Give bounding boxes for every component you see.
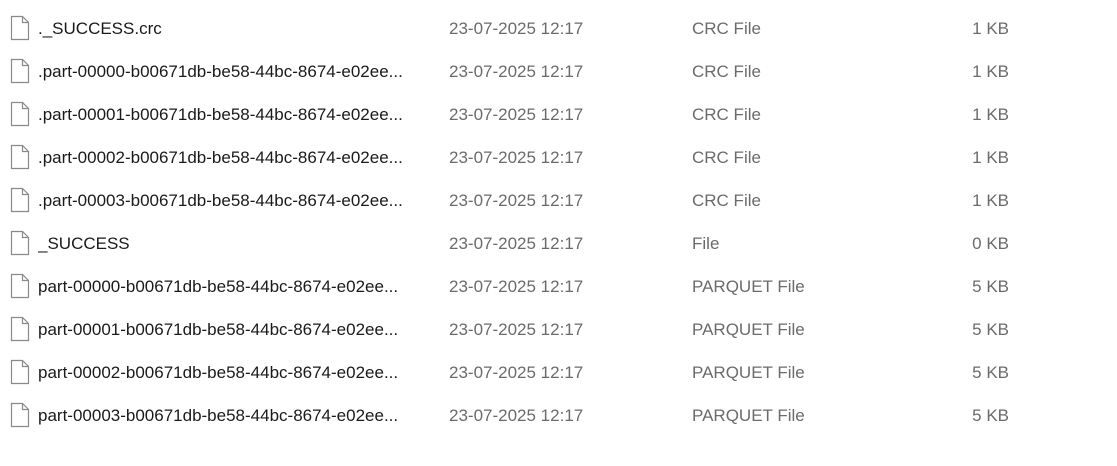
file-name[interactable]: _SUCCESS	[38, 234, 433, 254]
generic-file-icon	[10, 101, 30, 127]
generic-file-icon	[10, 273, 30, 299]
generic-file-icon	[10, 58, 30, 84]
generic-file-icon	[10, 230, 30, 256]
file-date-modified: 23-07-2025 12:17	[449, 363, 584, 382]
file-row[interactable]: part-00002-b00671db-be58-44bc-8674-e02ee…	[0, 351, 1117, 394]
file-row[interactable]: ._SUCCESS.crc 23-07-2025 12:17 CRC File …	[0, 7, 1117, 50]
file-size: 1 KB	[972, 19, 1009, 38]
file-size: 1 KB	[972, 191, 1009, 210]
file-size: 5 KB	[972, 277, 1009, 296]
generic-file-icon	[10, 187, 30, 213]
file-name[interactable]: part-00002-b00671db-be58-44bc-8674-e02ee…	[38, 363, 433, 383]
file-size: 5 KB	[972, 363, 1009, 382]
file-size: 1 KB	[972, 105, 1009, 124]
file-date-modified: 23-07-2025 12:17	[449, 191, 584, 210]
file-type: CRC File	[692, 62, 761, 81]
file-date-modified: 23-07-2025 12:17	[449, 62, 584, 81]
file-row[interactable]: .part-00003-b00671db-be58-44bc-8674-e02e…	[0, 179, 1117, 222]
file-row[interactable]: part-00003-b00671db-be58-44bc-8674-e02ee…	[0, 394, 1117, 437]
generic-file-icon	[10, 359, 30, 385]
file-row[interactable]: part-00000-b00671db-be58-44bc-8674-e02ee…	[0, 265, 1117, 308]
file-row[interactable]: .part-00002-b00671db-be58-44bc-8674-e02e…	[0, 136, 1117, 179]
file-date-modified: 23-07-2025 12:17	[449, 234, 584, 253]
file-name[interactable]: .part-00002-b00671db-be58-44bc-8674-e02e…	[38, 148, 433, 168]
file-size: 5 KB	[972, 406, 1009, 425]
file-row[interactable]: part-00001-b00671db-be58-44bc-8674-e02ee…	[0, 308, 1117, 351]
file-type: CRC File	[692, 19, 761, 38]
file-name[interactable]: part-00003-b00671db-be58-44bc-8674-e02ee…	[38, 406, 433, 426]
generic-file-icon	[10, 15, 30, 41]
file-list: ._SUCCESS.crc 23-07-2025 12:17 CRC File …	[0, 7, 1117, 437]
file-type: PARQUET File	[692, 320, 805, 339]
file-row[interactable]: .part-00000-b00671db-be58-44bc-8674-e02e…	[0, 50, 1117, 93]
file-name[interactable]: part-00001-b00671db-be58-44bc-8674-e02ee…	[38, 320, 433, 340]
file-type: File	[692, 234, 720, 253]
generic-file-icon	[10, 316, 30, 342]
file-name[interactable]: .part-00000-b00671db-be58-44bc-8674-e02e…	[38, 62, 433, 82]
file-type: PARQUET File	[692, 277, 805, 296]
file-name[interactable]: ._SUCCESS.crc	[38, 19, 433, 39]
file-date-modified: 23-07-2025 12:17	[449, 19, 584, 38]
file-name[interactable]: .part-00001-b00671db-be58-44bc-8674-e02e…	[38, 105, 433, 125]
file-size: 0 KB	[972, 234, 1009, 253]
file-type: CRC File	[692, 148, 761, 167]
file-date-modified: 23-07-2025 12:17	[449, 406, 584, 425]
file-size: 1 KB	[972, 148, 1009, 167]
file-type: CRC File	[692, 105, 761, 124]
file-name[interactable]: .part-00003-b00671db-be58-44bc-8674-e02e…	[38, 191, 433, 211]
file-date-modified: 23-07-2025 12:17	[449, 320, 584, 339]
file-type: PARQUET File	[692, 363, 805, 382]
generic-file-icon	[10, 144, 30, 170]
file-size: 5 KB	[972, 320, 1009, 339]
file-size: 1 KB	[972, 62, 1009, 81]
generic-file-icon	[10, 402, 30, 428]
file-type: PARQUET File	[692, 406, 805, 425]
file-type: CRC File	[692, 191, 761, 210]
file-row[interactable]: .part-00001-b00671db-be58-44bc-8674-e02e…	[0, 93, 1117, 136]
file-date-modified: 23-07-2025 12:17	[449, 105, 584, 124]
file-date-modified: 23-07-2025 12:17	[449, 148, 584, 167]
file-date-modified: 23-07-2025 12:17	[449, 277, 584, 296]
file-name[interactable]: part-00000-b00671db-be58-44bc-8674-e02ee…	[38, 277, 433, 297]
file-row[interactable]: _SUCCESS 23-07-2025 12:17 File 0 KB	[0, 222, 1117, 265]
